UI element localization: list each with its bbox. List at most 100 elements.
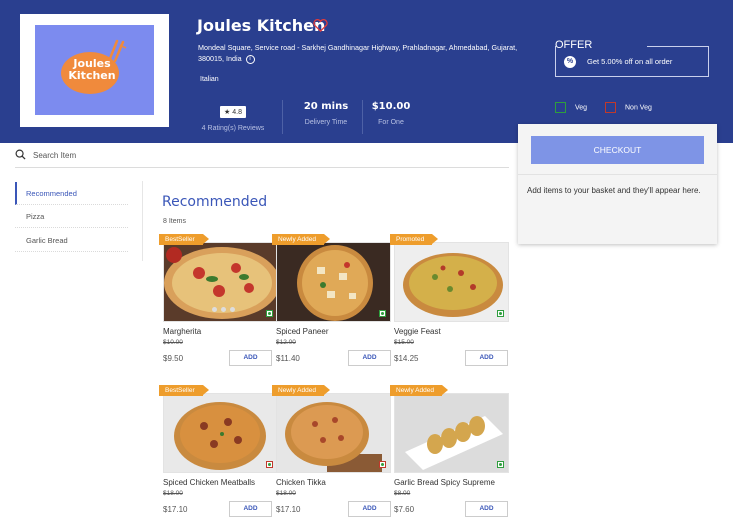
price-label: For One [378,119,404,126]
delivery-stat: 20 mins Delivery Time [296,101,356,126]
product-name: Margherita [163,327,202,336]
discount-badge-icon: % [564,56,576,68]
delivery-label: Delivery Time [304,119,348,126]
sidebar-divider [142,181,143,261]
price-stat: $10.00 For One [370,101,412,126]
product-image[interactable] [163,393,278,473]
non-veg-checkbox[interactable] [605,102,616,113]
non-veg-filter[interactable]: Non Veg [605,102,652,113]
product-card[interactable]: Newly Added Chicken Tikka $18.00 $17.10 … [272,385,391,520]
add-to-cart-button[interactable]: ADD [465,501,508,517]
spiced-chicken-meatballs-pizza-image [164,394,277,472]
product-old-price: $12.00 [276,339,296,346]
section-title: Recommended [162,194,268,210]
star-icon: ★ [224,109,231,116]
product-tag: Newly Added [272,234,330,245]
spiced-paneer-pizza-image [277,243,390,321]
delivery-time: 20 mins [303,101,349,112]
add-to-cart-button[interactable]: ADD [348,350,391,366]
product-image[interactable] [394,393,509,473]
product-card[interactable]: Promoted Veggie Feast $15.00 $14.25 ADD [390,234,509,369]
product-old-price: $18.00 [276,490,296,497]
restaurant-name: Joules Kitchen [197,16,326,35]
cart-divider [518,174,717,175]
veggie-feast-pizza-image [395,243,508,321]
veg-indicator-icon [266,310,273,317]
product-name: Veggie Feast [394,327,441,336]
non-veg-indicator-icon [379,461,386,468]
chicken-tikka-pizza-image [277,394,390,472]
non-veg-filter-label: Non Veg [625,104,652,112]
restaurant-cuisine: Italian [200,76,219,83]
veg-indicator-icon [497,310,504,317]
veg-filter-label: Veg [575,104,588,112]
rating-stat: ★ 4.8 4 Rating(s) Reviews [200,101,266,132]
product-tag: Promoted [390,234,439,245]
product-price: $17.10 [276,505,301,514]
image-carousel-dots[interactable] [212,299,239,317]
logo-background: Joules Kitchen [35,25,154,115]
veg-indicator-icon [379,310,386,317]
veg-checkbox[interactable] [555,102,566,113]
product-name: Spiced Paneer [276,327,329,336]
search-icon [15,149,26,160]
offer-text: Get 5.00% off on all order [587,57,673,66]
product-price: $9.50 [163,354,184,363]
product-name: Spiced Chicken Meatballs [163,478,256,487]
product-image[interactable] [276,393,391,473]
favorite-heart-icon[interactable] [313,19,328,32]
sidebar-item-pizza[interactable]: Pizza [15,205,128,228]
restaurant-logo: Joules Kitchen [20,14,169,127]
product-tag: BestSeller [159,234,209,245]
product-old-price: $10.00 [163,339,183,346]
section-item-count: 8 Items [163,218,186,225]
stat-divider [362,100,363,134]
search-underline [15,167,509,168]
add-to-cart-button[interactable]: ADD [465,350,508,366]
restaurant-page: Joules Kitchen Joules Kitchen Mondeal Sq… [0,0,733,528]
product-card[interactable]: Newly Added Garlic Bread Spicy Supreme $… [390,385,509,520]
add-to-cart-button[interactable]: ADD [348,501,391,517]
rating-badge: ★ 4.8 [220,106,246,118]
product-price: $17.10 [163,505,188,514]
product-price: $7.60 [394,505,415,514]
rating-value: 4.8 [232,109,242,116]
product-tag: BestSeller [159,385,209,396]
product-card[interactable]: BestSeller Spiced Chicken Meatballs $18.… [159,385,278,520]
product-image[interactable] [163,242,278,322]
product-name: Garlic Bread Spicy Supreme [394,478,495,487]
sidebar-item-garlic-bread[interactable]: Garlic Bread [15,229,128,252]
price-for-one: $10.00 [371,101,411,112]
product-image[interactable] [394,242,509,322]
product-price: $14.25 [394,354,419,363]
product-card[interactable]: BestSeller Margherita $10.00 $9.50 ADD [159,234,278,369]
add-to-cart-button[interactable]: ADD [229,350,272,366]
product-tag: Newly Added [390,385,448,396]
offer-box: % Get 5.00% off on all order [555,46,709,77]
product-name: Chicken Tikka [276,478,326,487]
product-old-price: $18.00 [163,490,183,497]
cart-panel: CHECKOUT Add items to your basket and th… [518,124,717,244]
logo-text-line2: Kitchen [68,69,116,82]
add-to-cart-button[interactable]: ADD [229,501,272,517]
info-icon[interactable]: i [245,54,255,64]
restaurant-header: Joules Kitchen Joules Kitchen Mondeal Sq… [0,0,733,143]
search-input[interactable] [33,148,333,162]
product-tag: Newly Added [272,385,330,396]
restaurant-address: Mondeal Square, Service road - Sarkhej G… [198,42,543,64]
non-veg-indicator-icon [266,461,273,468]
product-image[interactable] [276,242,391,322]
sidebar-item-recommended[interactable]: Recommended [15,182,128,205]
garlic-bread-image [395,394,508,472]
product-old-price: $8.00 [394,490,411,497]
product-price: $11.40 [276,354,300,363]
product-card[interactable]: Newly Added Spiced Paneer $12.00 $11.40 … [272,234,391,369]
checkout-button[interactable]: CHECKOUT [531,136,704,164]
product-old-price: $15.00 [394,339,414,346]
veg-filter[interactable]: Veg [555,102,587,113]
veg-indicator-icon [497,461,504,468]
cart-empty-message: Add items to your basket and they'll app… [527,186,701,195]
stat-divider [282,100,283,134]
logo-text: Joules Kitchen [65,58,119,82]
rating-reviews: 4 Rating(s) Reviews [201,125,265,132]
